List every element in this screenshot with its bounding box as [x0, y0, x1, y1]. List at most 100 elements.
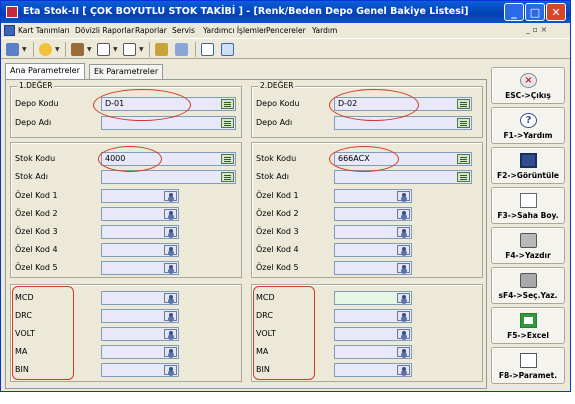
legend-2: 2.DEĞER	[258, 81, 296, 90]
ozel-kod-2-field-1[interactable]	[101, 207, 179, 221]
stok-adi-field-2[interactable]	[334, 170, 472, 184]
layout-icon[interactable]: ▼	[123, 42, 144, 57]
tab-content: 1.DEĞER Depo Kodu D-01 Depo Adı Stok Kod…	[5, 79, 487, 389]
sf4-select-print-button[interactable]: sF4->Seç.Yaz.	[491, 267, 565, 304]
minimize-button[interactable]: _	[504, 3, 524, 21]
ozel-kod-5-field-2[interactable]	[334, 261, 412, 275]
print-icon[interactable]	[155, 42, 168, 57]
tools-icon[interactable]: ▼	[71, 42, 92, 57]
list-icon[interactable]	[221, 118, 234, 128]
document-icon[interactable]	[4, 25, 15, 36]
stok-kodu-field-1[interactable]: 4000	[101, 152, 236, 166]
attr-volt-field-1[interactable]	[101, 327, 179, 341]
close-button[interactable]: ✕	[546, 3, 566, 21]
window-icon[interactable]: ▼	[97, 42, 118, 57]
ozel-kod-1-label-1: Özel Kod 1	[15, 191, 58, 200]
list-icon[interactable]	[457, 154, 470, 164]
person-icon[interactable]	[164, 263, 177, 273]
person-icon[interactable]	[164, 293, 177, 303]
list-icon[interactable]	[457, 172, 470, 182]
person-icon[interactable]	[164, 347, 177, 357]
ozel-kod-2-field-2[interactable]	[334, 207, 412, 221]
depo-adi-field-2[interactable]	[334, 116, 472, 130]
maximize-button[interactable]: □	[525, 3, 545, 21]
attr-ma-field-2[interactable]	[334, 345, 412, 359]
f4-print-button[interactable]: F4->Yazdır	[491, 227, 565, 264]
attr-drc-field-1[interactable]	[101, 309, 179, 323]
ozel-kod-3-field-1[interactable]	[101, 225, 179, 239]
depo-adi-field-1[interactable]	[101, 116, 236, 130]
person-icon[interactable]	[164, 311, 177, 321]
attr-mcd-field-2[interactable]	[334, 291, 412, 305]
person-icon[interactable]	[164, 227, 177, 237]
person-icon[interactable]	[397, 227, 410, 237]
tab-ek-parametreler[interactable]: Ek Parametreler	[89, 64, 164, 80]
title-bar: Eta Stok-II [ ÇOK BOYUTLU STOK TAKİBİ ] …	[1, 1, 570, 23]
person-icon[interactable]	[397, 293, 410, 303]
person-icon[interactable]	[164, 365, 177, 375]
help-icon: ?	[520, 113, 537, 128]
stok-kodu-label-2: Stok Kodu	[256, 154, 297, 163]
attr-ma-field-1[interactable]	[101, 345, 179, 359]
stok-kodu-field-2[interactable]: 666ACX	[334, 152, 472, 166]
person-icon[interactable]	[397, 263, 410, 273]
f1-help-button[interactable]: ? F1->Yardım	[491, 107, 565, 144]
list-icon[interactable]	[221, 154, 234, 164]
ozel-kod-5-field-1[interactable]	[101, 261, 179, 275]
mdi-window-controls[interactable]: _ ▫ ×	[526, 25, 547, 34]
menu-servis[interactable]: Servis	[172, 26, 195, 35]
ozel-kod-1-field-1[interactable]	[101, 189, 179, 203]
grid-icon[interactable]	[175, 42, 188, 57]
person-icon[interactable]	[164, 191, 177, 201]
depo-kodu-field-1[interactable]: D-01	[101, 97, 236, 111]
window-title: Eta Stok-II [ ÇOK BOYUTLU STOK TAKİBİ ] …	[23, 6, 469, 17]
menu-kart-tanimlari[interactable]: Kart Tanımları	[18, 26, 70, 35]
table-icon[interactable]	[201, 42, 214, 57]
list-icon[interactable]	[457, 118, 470, 128]
menu-yardimci-islemler[interactable]: Yardımcı İşlemler	[203, 26, 267, 35]
tab-ana-parametreler[interactable]: Ana Parametreler	[5, 63, 85, 80]
depo-kodu-field-2[interactable]: D-02	[334, 97, 472, 111]
person-icon[interactable]	[397, 347, 410, 357]
ozel-kod-3-label-2: Özel Kod 3	[256, 227, 299, 236]
toolbar: ▼ ▼ ▼ ▼ ▼	[1, 38, 570, 59]
f5-excel-button[interactable]: F5->Excel	[491, 307, 565, 344]
attr-bin-field-1[interactable]	[101, 363, 179, 377]
f8-parameters-button[interactable]: F8->Paramet.	[491, 347, 565, 384]
esc-exit-button[interactable]: × ESC->Çıkış	[491, 67, 565, 104]
list-icon[interactable]	[221, 172, 234, 182]
f3-field-size-button[interactable]: F3->Saha Boy.	[491, 187, 565, 224]
person-icon[interactable]	[397, 329, 410, 339]
person-icon[interactable]	[397, 365, 410, 375]
menu-pencereler[interactable]: Pencereler	[266, 26, 306, 35]
attr-mcd-field-1[interactable]	[101, 291, 179, 305]
monitor-icon	[520, 153, 537, 168]
menu-raporlar[interactable]: Raporlar	[135, 26, 167, 35]
ozel-kod-1-field-2[interactable]	[334, 189, 412, 203]
person-icon[interactable]	[164, 209, 177, 219]
attr-volt-field-2[interactable]	[334, 327, 412, 341]
menu-yardim[interactable]: Yardım	[312, 26, 337, 35]
person-icon[interactable]	[164, 245, 177, 255]
list-icon[interactable]	[221, 99, 234, 109]
legend-1: 1.DEĞER	[17, 81, 55, 90]
help-icon[interactable]: ▼	[39, 42, 60, 57]
attr-bin-field-2[interactable]	[334, 363, 412, 377]
stok-adi-label-1: Stok Adı	[15, 172, 48, 181]
list-icon[interactable]	[457, 99, 470, 109]
ozel-kod-4-field-1[interactable]	[101, 243, 179, 257]
person-icon[interactable]	[164, 329, 177, 339]
person-icon[interactable]	[397, 311, 410, 321]
f2-view-button[interactable]: F2->Görüntüle	[491, 147, 565, 184]
save-icon[interactable]: ▼	[6, 42, 27, 57]
attr-drc-field-2[interactable]	[334, 309, 412, 323]
person-icon[interactable]	[397, 191, 410, 201]
refresh-icon[interactable]	[221, 42, 234, 57]
menu-dovizli-raporlar[interactable]: Dövizli Raporlar	[75, 26, 134, 35]
ozel-kod-3-label-1: Özel Kod 3	[15, 227, 58, 236]
stok-adi-field-1[interactable]	[101, 170, 236, 184]
ozel-kod-3-field-2[interactable]	[334, 225, 412, 239]
person-icon[interactable]	[397, 245, 410, 255]
ozel-kod-4-field-2[interactable]	[334, 243, 412, 257]
person-icon[interactable]	[397, 209, 410, 219]
